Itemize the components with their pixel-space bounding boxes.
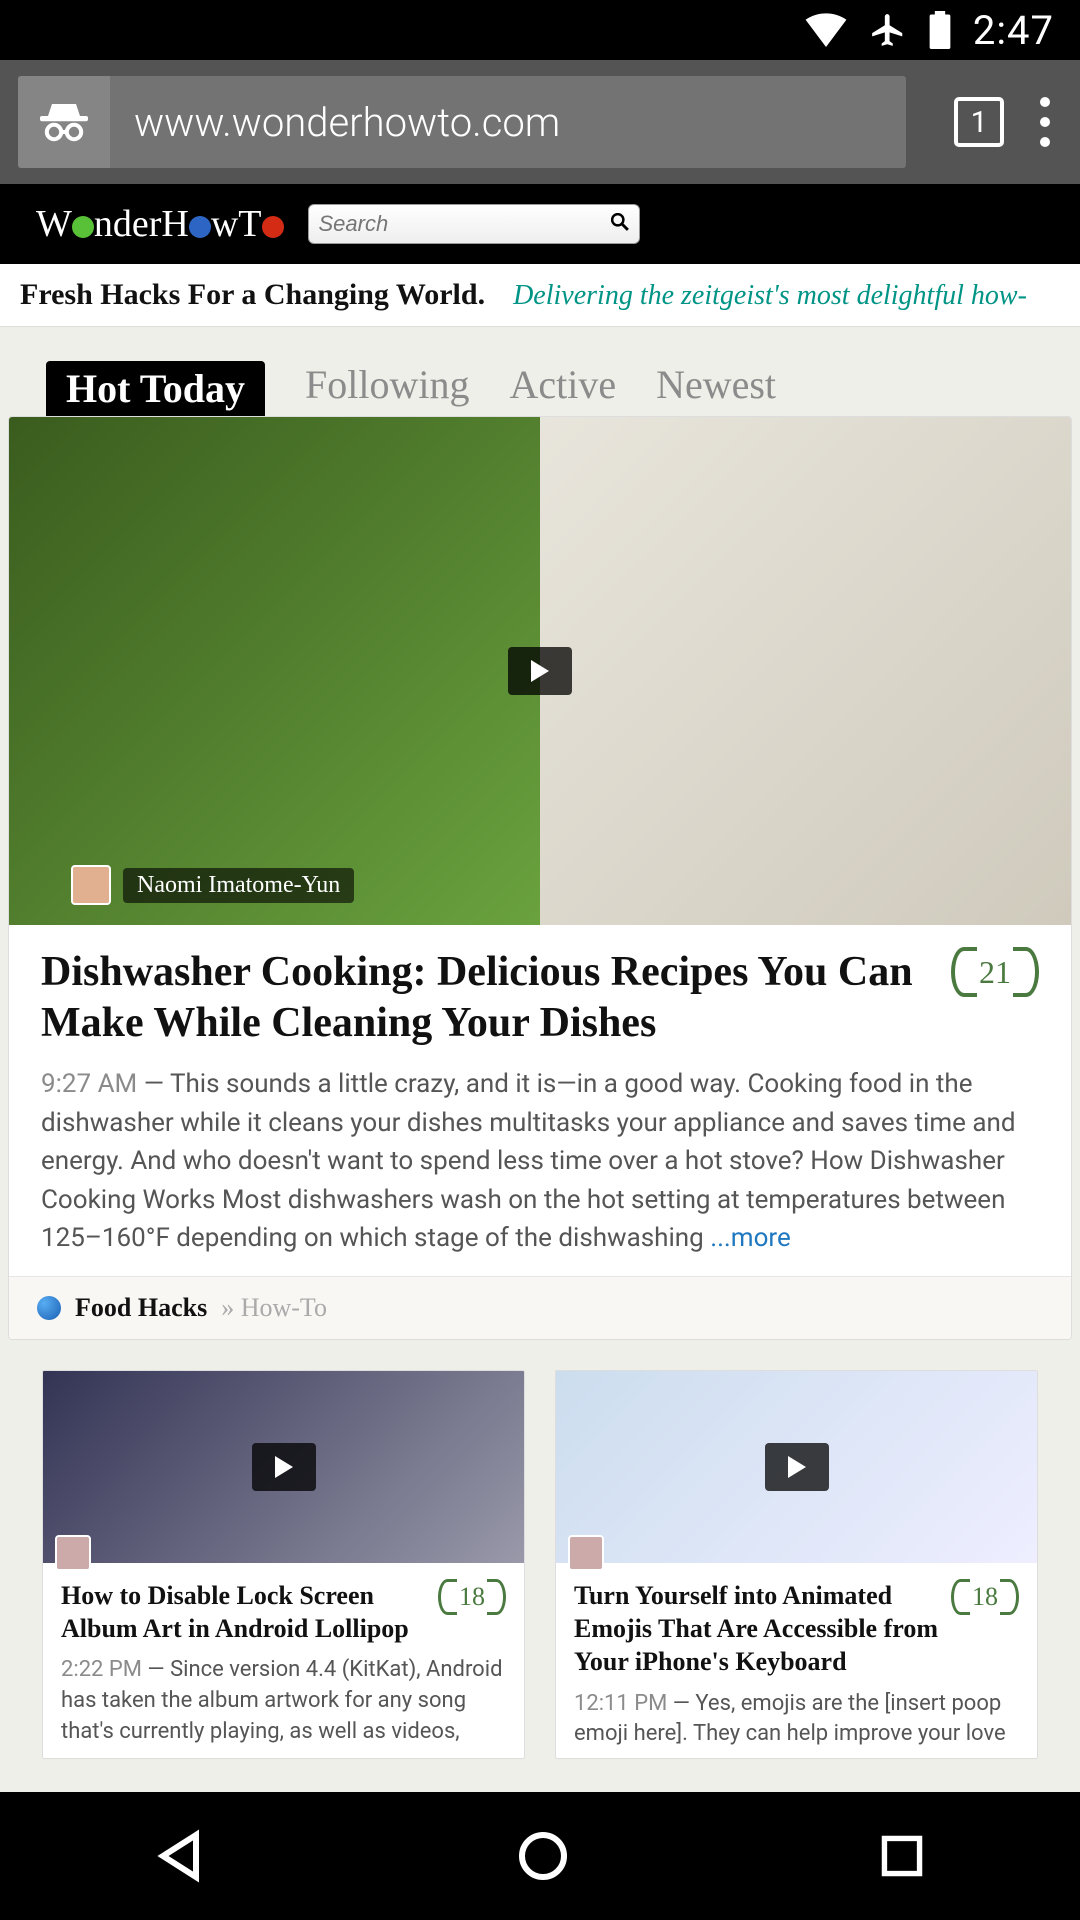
android-nav-bar bbox=[0, 1792, 1080, 1920]
score-badge: 21 bbox=[939, 947, 1039, 1003]
card-image[interactable] bbox=[556, 1371, 1037, 1563]
score-badge: 18 bbox=[430, 1579, 506, 1619]
featured-body: 21 Dishwasher Cooking: Delicious Recipes… bbox=[9, 925, 1071, 1276]
author-avatar bbox=[568, 1535, 604, 1571]
incognito-icon bbox=[18, 76, 110, 168]
card-time: 12:11 PM bbox=[574, 1691, 667, 1716]
featured-excerpt: 9:27 AM — This sounds a little crazy, an… bbox=[41, 1065, 1039, 1257]
featured-title[interactable]: Dishwasher Cooking: Delicious Recipes Yo… bbox=[41, 947, 1039, 1049]
card-excerpt: 2:22 PM — Since version 4.4 (KitKat), An… bbox=[61, 1655, 506, 1747]
card-image[interactable] bbox=[43, 1371, 524, 1563]
search-input[interactable] bbox=[319, 211, 611, 237]
read-more-link[interactable]: ...more bbox=[710, 1223, 791, 1253]
category-globe-icon bbox=[37, 1296, 61, 1320]
separator: — bbox=[142, 1657, 170, 1682]
battery-icon bbox=[929, 11, 951, 49]
featured-hero-image[interactable]: Naomi Imatome-Yun bbox=[9, 417, 1071, 925]
separator: — bbox=[667, 1691, 695, 1716]
search-icon[interactable] bbox=[611, 212, 629, 236]
article-card[interactable]: 18 Turn Yourself into Animated Emojis Th… bbox=[555, 1370, 1038, 1759]
site-search-box[interactable] bbox=[308, 204, 640, 244]
logo-green-dot-icon bbox=[72, 216, 94, 238]
card-time: 2:22 PM bbox=[61, 1657, 142, 1682]
logo-text: W bbox=[36, 203, 72, 245]
tab-following[interactable]: Following bbox=[305, 361, 469, 416]
logo-blue-dot-icon bbox=[189, 216, 211, 238]
featured-time: 9:27 AM bbox=[41, 1069, 137, 1099]
excerpt-text: This sounds a little crazy, and it is—in… bbox=[41, 1069, 1016, 1253]
tab-newest[interactable]: Newest bbox=[656, 361, 776, 416]
content-area: Hot Today Following Active Newest Naomi … bbox=[0, 327, 1080, 1792]
breadcrumb: » How-To bbox=[221, 1293, 327, 1323]
author-avatar bbox=[55, 1535, 91, 1571]
logo-text: nderH bbox=[94, 203, 189, 245]
featured-footer: Food Hacks » How-To bbox=[9, 1276, 1071, 1339]
recents-button[interactable] bbox=[875, 1829, 929, 1883]
play-video-button[interactable] bbox=[765, 1443, 829, 1491]
author-name: Naomi Imatome-Yun bbox=[123, 868, 354, 903]
status-clock: 2:47 bbox=[973, 7, 1054, 54]
tab-switcher-button[interactable]: 1 bbox=[954, 97, 1004, 147]
tab-hot-today[interactable]: Hot Today bbox=[46, 361, 265, 416]
tagline-subtitle: Delivering the zeitgeist's most delightf… bbox=[513, 280, 1027, 312]
wifi-icon bbox=[805, 13, 847, 47]
tagline-strip: Fresh Hacks For a Changing World. Delive… bbox=[0, 264, 1080, 327]
author-avatar bbox=[71, 865, 111, 905]
logo-red-dot-icon bbox=[262, 216, 284, 238]
author-pill[interactable]: Naomi Imatome-Yun bbox=[71, 865, 354, 905]
browser-toolbar: www.wonderhowto.com 1 bbox=[0, 60, 1080, 184]
site-logo[interactable]: WnderH wT bbox=[36, 202, 284, 246]
web-page: WnderH wT Fresh Hacks For a Changing Worl… bbox=[0, 184, 1080, 1792]
omnibox[interactable]: www.wonderhowto.com bbox=[18, 76, 906, 168]
featured-article-card[interactable]: Naomi Imatome-Yun 21 Dishwasher Cooking:… bbox=[8, 416, 1072, 1340]
card-body: 18 Turn Yourself into Animated Emojis Th… bbox=[556, 1563, 1037, 1758]
tab-active[interactable]: Active bbox=[509, 361, 616, 416]
hero-image-right bbox=[540, 417, 1071, 925]
card-body: 18 How to Disable Lock Screen Album Art … bbox=[43, 1563, 524, 1756]
category-link[interactable]: Food Hacks bbox=[75, 1293, 207, 1323]
score-badge: 18 bbox=[943, 1579, 1019, 1619]
overflow-menu-button[interactable] bbox=[1040, 97, 1050, 147]
filter-tabs: Hot Today Following Active Newest bbox=[0, 361, 1080, 416]
home-button[interactable] bbox=[513, 1826, 573, 1886]
card-excerpt: 12:11 PM — Yes, emojis are the [insert p… bbox=[574, 1689, 1019, 1751]
airplane-mode-icon bbox=[869, 11, 907, 49]
hero-image-left bbox=[9, 417, 540, 925]
play-video-button[interactable] bbox=[508, 647, 572, 695]
tagline-bold: Fresh Hacks For a Changing World. bbox=[20, 278, 485, 312]
logo-text: wT bbox=[211, 203, 262, 245]
play-video-button[interactable] bbox=[252, 1443, 316, 1491]
separator: — bbox=[137, 1069, 170, 1099]
android-status-bar: 2:47 bbox=[0, 0, 1080, 60]
url-text: www.wonderhowto.com bbox=[110, 99, 560, 146]
back-button[interactable] bbox=[151, 1826, 211, 1886]
article-card[interactable]: 18 How to Disable Lock Screen Album Art … bbox=[42, 1370, 525, 1759]
article-grid: 18 How to Disable Lock Screen Album Art … bbox=[0, 1370, 1080, 1759]
site-header-bar: WnderH wT bbox=[0, 184, 1080, 264]
